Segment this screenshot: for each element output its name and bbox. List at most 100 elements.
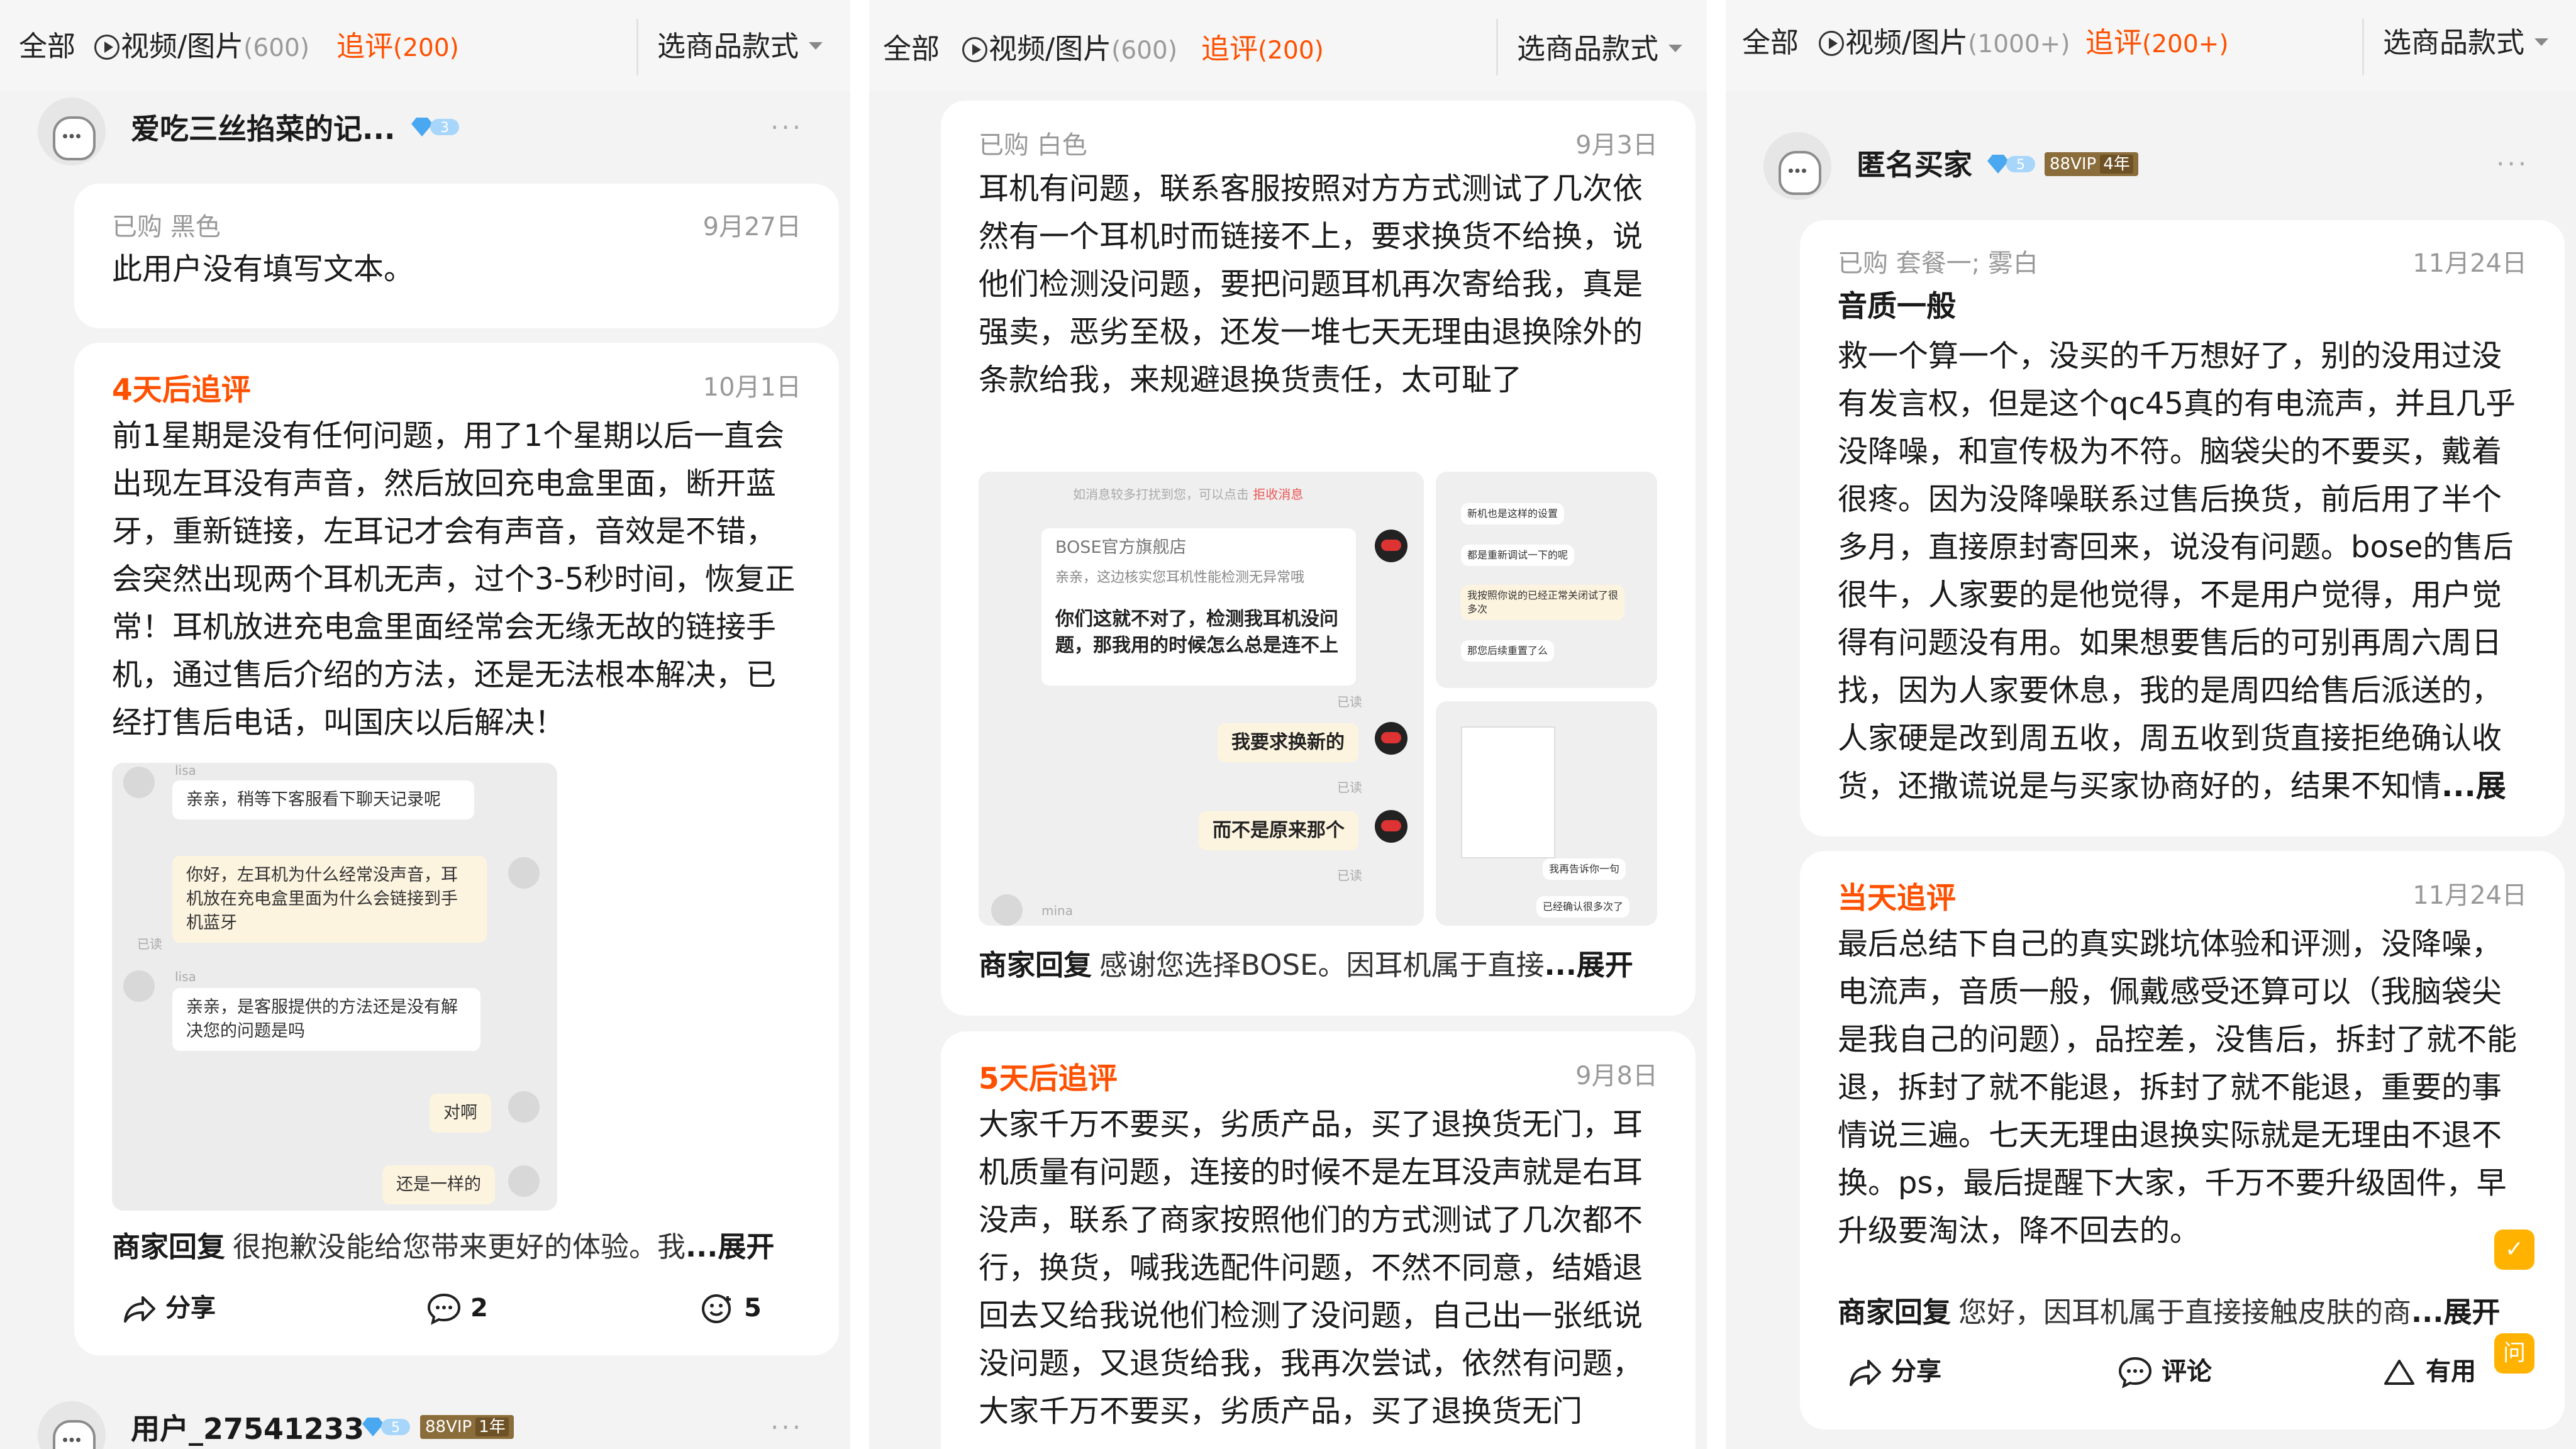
- expand-link[interactable]: ...展开: [1545, 948, 1633, 982]
- followup-card: 当天追评 11月24日 最后总结下自己的真实跳坑体验和评测，没降噪，电流声，音质…: [1800, 851, 2565, 1430]
- divider: [2362, 19, 2364, 75]
- agent-name: lisa: [175, 763, 196, 778]
- chat-message: 我按照你说的已经正常关闭试了很多次: [1461, 585, 1624, 620]
- read-status: 已读: [1337, 694, 1362, 709]
- play-icon: [1819, 31, 1844, 56]
- share-icon: [1850, 1360, 1881, 1386]
- avatar[interactable]: [38, 97, 106, 165]
- tab-followup[interactable]: 追评(200+): [2085, 24, 2229, 64]
- chat-screenshot[interactable]: 我再告诉你一句 已经确认很多次了: [1436, 701, 1657, 926]
- chat-screenshot[interactable]: 如消息较多打扰到您，可以点击 拒收消息 BOSE官方旗舰店 亲亲，这边核实您耳机…: [979, 472, 1424, 926]
- followup-text: 大家千万不要买，劣质产品，买了退换货无门，耳机质量有问题，连接的时候不是左耳没声…: [979, 1107, 1643, 1429]
- avatar[interactable]: [38, 1401, 106, 1449]
- chat-message: 而不是原来那个: [1199, 811, 1358, 850]
- tab-all[interactable]: 全部: [1742, 24, 1799, 62]
- chat-screenshot[interactable]: lisa 亲亲，稍等下客服看下聊天记录呢 你好，左耳机为什么经常没声音，耳机放在…: [112, 763, 557, 1211]
- user-avatar: [1375, 722, 1407, 755]
- followup-date: 10月1日: [702, 373, 801, 402]
- more-icon[interactable]: ···: [2496, 148, 2529, 179]
- more-icon[interactable]: ···: [770, 112, 803, 143]
- merchant-reply[interactable]: 商家回复 很抱歉没能给您带来更好的体验。我...展开: [112, 1228, 774, 1266]
- like-button[interactable]: 5: [700, 1291, 762, 1326]
- share-button[interactable]: 分享: [1847, 1354, 1941, 1389]
- vip-badge: 88VIP 1年: [420, 1415, 514, 1439]
- tab-followup[interactable]: 追评(200): [336, 28, 459, 67]
- comment-icon: [2118, 1357, 2152, 1389]
- user-avatar: [1375, 530, 1407, 562]
- filter-tabs: 全部 视频/图片(600) 追评(200) 选商品款式: [869, 0, 1707, 91]
- followup-date: 9月8日: [1575, 1062, 1658, 1091]
- bose-avatar: [123, 767, 155, 798]
- followup-text: 最后总结下自己的真实跳坑体验和评测，没降噪，电流声，音质一般，佩戴感受还算可以（…: [1838, 926, 2518, 1248]
- thumbs-up-icon: [2384, 1360, 2414, 1385]
- tab-followup[interactable]: 追评(200): [1201, 30, 1324, 70]
- comment-button[interactable]: 评论: [2118, 1354, 2212, 1389]
- merchant-reply[interactable]: 商家回复 您好，因耳机属于直接接触皮肤的商...展开: [1838, 1294, 2500, 1331]
- review-date: 9月27日: [702, 213, 801, 242]
- tab-media[interactable]: 视频/图片(600): [94, 28, 309, 67]
- review-text: 此用户没有填写文本。: [112, 252, 414, 287]
- chevron-down-icon: [1668, 45, 1683, 52]
- vip-badge: 88VIP 4年: [2045, 152, 2138, 176]
- expand-link[interactable]: ...展开: [2411, 1296, 2500, 1329]
- user-avatar: [508, 1091, 540, 1123]
- tab-media[interactable]: 视频/图片(1000+): [1819, 24, 2070, 64]
- purchased-variant: 已购 白色: [979, 131, 1087, 160]
- document-image: [1461, 726, 1555, 858]
- review-panel-2: 已购 白色 9月3日 耳机有问题，联系客服按照对方方式测试了几次依然有一个耳机时…: [869, 0, 1707, 1449]
- share-icon: [124, 1296, 155, 1323]
- notice-text: 如消息较多打扰到您，可以点击 拒收消息: [1073, 487, 1304, 502]
- followup-text: 前1星期是没有任何问题，用了1个星期以后一直会出现左耳没有声音，然后放回充电盒里…: [112, 418, 796, 740]
- divider: [636, 19, 638, 75]
- bose-avatar: [123, 970, 155, 1002]
- tab-media[interactable]: 视频/图片(600): [962, 30, 1177, 70]
- share-button[interactable]: 分享: [121, 1291, 216, 1326]
- user-name[interactable]: 爱吃三丝掐菜的记...: [131, 110, 395, 148]
- user-name[interactable]: 用户_27541233: [131, 1410, 364, 1448]
- agent-name: lisa: [175, 969, 196, 984]
- followup-title: 4天后追评: [112, 373, 251, 408]
- style-select[interactable]: 选商品款式: [657, 28, 823, 65]
- checklist-float-button[interactable]: ✓: [2494, 1230, 2534, 1270]
- play-icon: [962, 37, 987, 62]
- review-headline: 音质一般: [1838, 289, 1956, 324]
- chat-message: 我再告诉你一句: [1543, 858, 1626, 880]
- quoted-message: BOSE官方旗舰店 亲亲，这边核实您耳机性能检测无异常哦 你们这就不对了，检测我…: [1041, 528, 1356, 686]
- avatar[interactable]: [1763, 132, 1831, 200]
- expand-link[interactable]: ...展开: [686, 1230, 774, 1263]
- chat-message: 都是重新调试一下的呢: [1461, 545, 1575, 566]
- level-number: 5: [2016, 157, 2025, 173]
- chevron-down-icon: [2534, 38, 2549, 46]
- level-number: 3: [440, 120, 449, 136]
- filter-tabs: 全部 视频/图片(600) 追评(200) 选商品款式: [0, 0, 850, 91]
- review-panel-1: 全部 视频/图片(600) 追评(200) 选商品款式 爱吃三丝掐菜的记... …: [0, 0, 850, 1449]
- play-icon: [94, 35, 119, 60]
- tab-all[interactable]: 全部: [883, 30, 940, 68]
- chevron-down-icon: [809, 42, 823, 50]
- level-diamond-icon: 5: [362, 1418, 410, 1436]
- level-diamond-icon: 3: [411, 118, 459, 136]
- filter-tabs: 全部 视频/图片(1000+) 追评(200+) 选商品款式: [1726, 0, 2576, 91]
- followup-title: 当天追评: [1838, 881, 1956, 916]
- review-panel-3: 全部 视频/图片(1000+) 追评(200+) 选商品款式 匿名买家 5 88…: [1726, 0, 2576, 1449]
- chat-message: 亲亲，是客服提供的方法还是没有解决您的问题是吗: [172, 988, 480, 1051]
- review-date: 11月24日: [2412, 249, 2527, 278]
- style-select[interactable]: 选商品款式: [2383, 24, 2549, 62]
- more-icon[interactable]: ···: [770, 1412, 803, 1443]
- chat-message: 还是一样的: [382, 1165, 495, 1204]
- chat-message: 已经确认很多次了: [1536, 896, 1630, 918]
- chat-message: 那您后续重置了么: [1461, 640, 1555, 662]
- comment-button[interactable]: 2: [426, 1291, 488, 1326]
- read-status: 已读: [1337, 780, 1362, 795]
- style-select[interactable]: 选商品款式: [1517, 30, 1683, 68]
- ask-float-button[interactable]: 问: [2494, 1333, 2534, 1374]
- user-name[interactable]: 匿名买家: [1857, 146, 1972, 184]
- chat-screenshot[interactable]: 新机也是这样的设置 都是重新调试一下的呢 我按照你说的已经正常关闭试了很多次 那…: [1436, 472, 1657, 688]
- bose-avatar: [991, 894, 1023, 926]
- followup-title: 5天后追评: [979, 1062, 1118, 1096]
- useful-button[interactable]: 有用: [2382, 1354, 2476, 1389]
- user-avatar: [508, 857, 540, 889]
- tab-all[interactable]: 全部: [19, 28, 75, 65]
- merchant-reply[interactable]: 商家回复 感谢您选择BOSE。因耳机属于直接...展开: [979, 947, 1633, 984]
- review-card: 已购 套餐一; 雾白 11月24日 音质一般 救一个算一个，没买的千万想好了，别…: [1800, 220, 2565, 836]
